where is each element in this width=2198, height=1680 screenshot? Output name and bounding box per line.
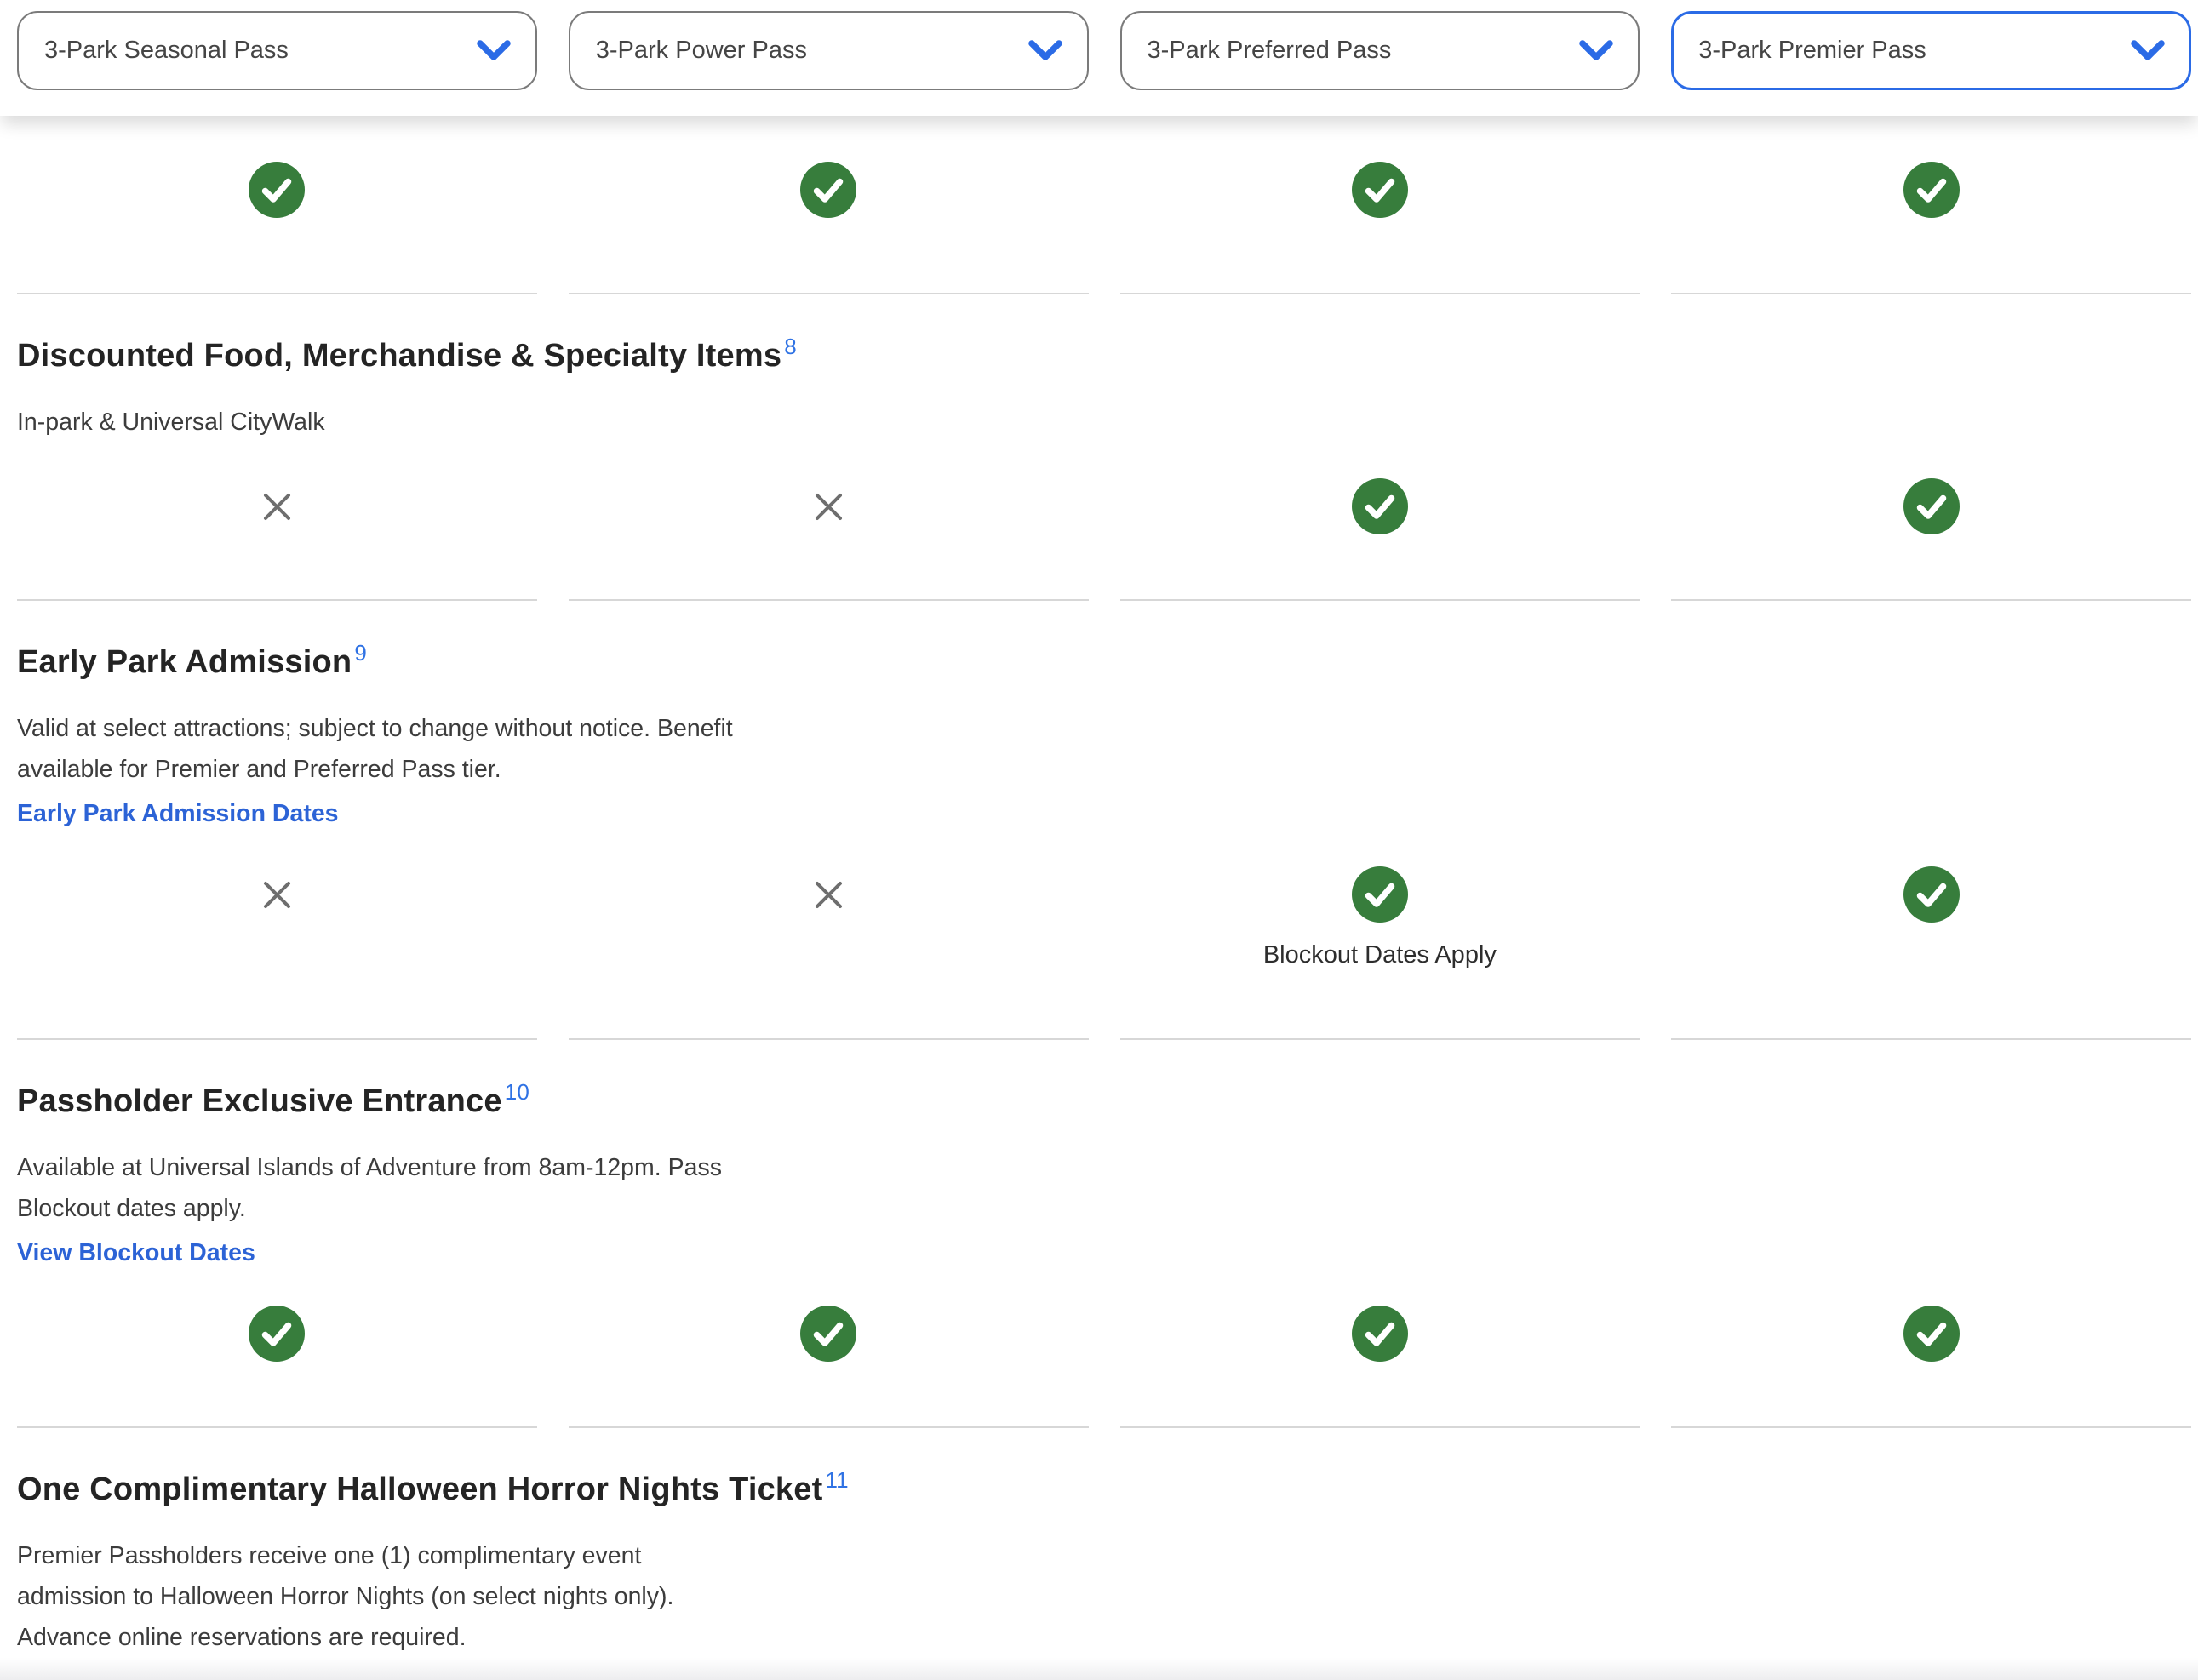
cross-icon xyxy=(261,478,293,534)
benefit-row-discounted-food xyxy=(0,443,2198,601)
view-blockout-dates-link[interactable]: View Blockout Dates xyxy=(17,1236,255,1270)
chevron-down-icon xyxy=(1578,40,1614,61)
cross-icon xyxy=(813,866,844,923)
pass-select-preferred[interactable]: 3-Park Preferred Pass xyxy=(1120,11,1640,90)
benefit-section-discounted-food: Discounted Food, Merchandise & Specialty… xyxy=(0,335,2198,601)
benefit-cell-preferred xyxy=(1120,443,1640,601)
benefit-cell-power xyxy=(569,831,1089,1040)
benefit-cell-power xyxy=(569,1270,1089,1428)
benefit-row-early-park-admission: Blockout Dates Apply xyxy=(0,831,2198,1040)
feature-title-text: One Complimentary Halloween Horror Night… xyxy=(17,1471,822,1507)
benefit-cell-seasonal xyxy=(17,1270,537,1428)
feature-title: Discounted Food, Merchandise & Specialty… xyxy=(17,335,2181,376)
benefit-cell-premier xyxy=(1671,831,2191,1040)
indicator-caption: Blockout Dates Apply xyxy=(1263,936,1497,974)
cross-icon xyxy=(813,478,844,534)
pass-select-label: 3-Park Premier Pass xyxy=(1698,37,2130,65)
feature-description: Available at Universal Islands of Advent… xyxy=(17,1147,2181,1188)
benefit-cell-power xyxy=(569,116,1089,294)
feature-description: admission to Halloween Horror Nights (on… xyxy=(17,1576,2181,1617)
pass-comparison-page: 3-Park Seasonal Pass 3-Park Power Pass 3… xyxy=(0,0,2198,1680)
benefit-cell-preferred xyxy=(1120,1270,1640,1428)
chevron-down-icon xyxy=(2130,40,2166,61)
benefit-cell-seasonal xyxy=(17,443,537,601)
feature-description: Blockout dates apply. xyxy=(17,1188,2181,1229)
pass-select-label: 3-Park Seasonal Pass xyxy=(44,37,476,65)
check-circle-icon xyxy=(1352,478,1408,534)
pass-select-premier[interactable]: 3-Park Premier Pass xyxy=(1671,11,2191,90)
chevron-down-icon xyxy=(1027,40,1063,61)
benefit-section-hhn-ticket: One Complimentary Halloween Horror Night… xyxy=(0,1469,2198,1658)
check-circle-icon xyxy=(1903,1306,1960,1362)
feature-description: Valid at select attractions; subject to … xyxy=(17,708,2181,749)
early-park-admission-dates-link[interactable]: Early Park Admission Dates xyxy=(17,797,339,831)
benefit-cell-premier xyxy=(1671,1270,2191,1428)
check-circle-icon xyxy=(800,162,856,218)
feature-description: Premier Passholders receive one (1) comp… xyxy=(17,1535,2181,1576)
footnote-link[interactable]: 10 xyxy=(505,1079,529,1105)
check-circle-icon xyxy=(249,1306,305,1362)
benefit-cell-power xyxy=(569,443,1089,601)
benefit-cell-seasonal xyxy=(17,116,537,294)
pass-select-power[interactable]: 3-Park Power Pass xyxy=(569,11,1089,90)
benefit-cell-premier xyxy=(1671,116,2191,294)
check-circle-icon xyxy=(1903,866,1960,923)
benefit-row-passholder-exclusive-entrance xyxy=(0,1270,2198,1428)
feature-title-text: Discounted Food, Merchandise & Specialty… xyxy=(17,338,781,374)
check-circle-icon xyxy=(249,162,305,218)
pass-select-label: 3-Park Power Pass xyxy=(596,37,1027,65)
feature-title: Early Park Admission9 xyxy=(17,642,2181,683)
pass-select-seasonal[interactable]: 3-Park Seasonal Pass xyxy=(17,11,537,90)
pass-selector-header: 3-Park Seasonal Pass 3-Park Power Pass 3… xyxy=(0,0,2198,116)
benefit-row-partial xyxy=(0,116,2198,294)
feature-description: Advance online reservations are required… xyxy=(17,1617,2181,1658)
chevron-down-icon xyxy=(476,40,512,61)
footnote-link[interactable]: 8 xyxy=(784,334,797,359)
check-circle-icon xyxy=(1352,162,1408,218)
feature-description: available for Premier and Preferred Pass… xyxy=(17,749,2181,790)
benefit-section-passholder-exclusive-entrance: Passholder Exclusive Entrance10 Availabl… xyxy=(0,1081,2198,1428)
feature-description: In-park & Universal CityWalk xyxy=(17,402,2181,443)
feature-title: One Complimentary Halloween Horror Night… xyxy=(17,1469,2181,1510)
benefit-cell-seasonal xyxy=(17,831,537,1040)
check-circle-icon xyxy=(800,1306,856,1362)
benefits-comparison-table: Discounted Food, Merchandise & Specialty… xyxy=(0,116,2198,1658)
check-circle-icon xyxy=(1903,478,1960,534)
check-circle-icon xyxy=(1352,1306,1408,1362)
footnote-link[interactable]: 9 xyxy=(354,640,367,666)
check-circle-icon xyxy=(1352,866,1408,923)
benefit-section-early-park-admission: Early Park Admission9 Valid at select at… xyxy=(0,642,2198,1040)
feature-title-text: Passholder Exclusive Entrance xyxy=(17,1083,502,1119)
feature-title-text: Early Park Admission xyxy=(17,644,352,680)
feature-title: Passholder Exclusive Entrance10 xyxy=(17,1081,2181,1122)
bottom-scroll-fade xyxy=(0,1658,2198,1680)
benefit-cell-preferred: Blockout Dates Apply xyxy=(1120,831,1640,1040)
check-circle-icon xyxy=(1903,162,1960,218)
pass-select-label: 3-Park Preferred Pass xyxy=(1148,37,1579,65)
benefit-cell-premier xyxy=(1671,443,2191,601)
cross-icon xyxy=(261,866,293,923)
footnote-link[interactable]: 11 xyxy=(825,1467,848,1493)
benefit-cell-preferred xyxy=(1120,116,1640,294)
